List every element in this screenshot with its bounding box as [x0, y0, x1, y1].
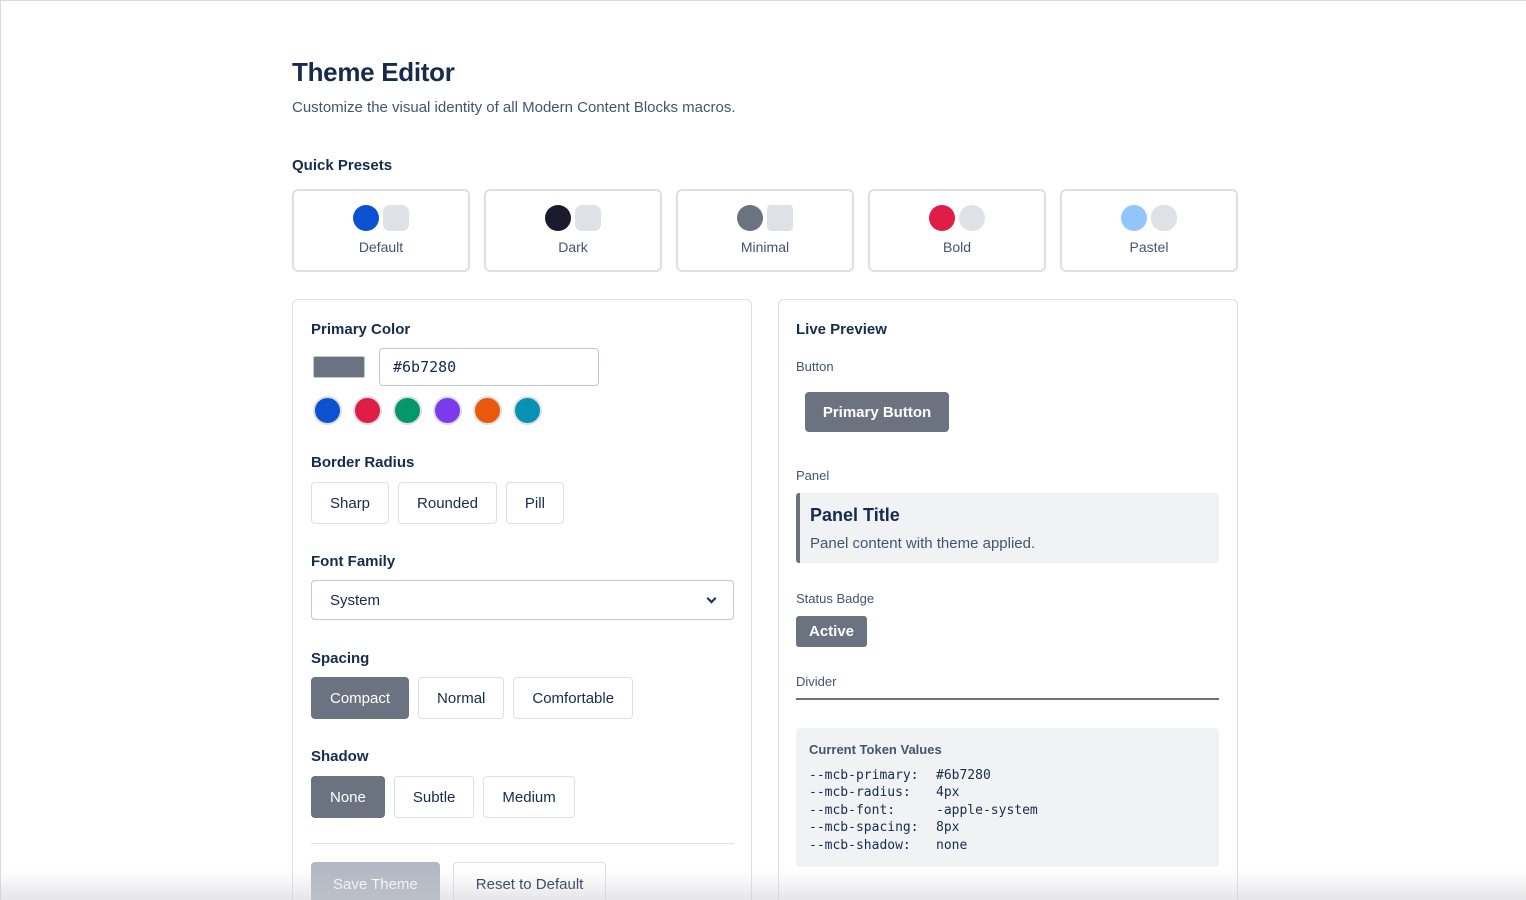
- secondary-swatch: [575, 205, 601, 231]
- presets-row: Default Dark Minimal Bold Pastel: [292, 189, 1238, 272]
- color-swatch-blue[interactable]: [313, 396, 342, 425]
- divider: [311, 843, 734, 844]
- secondary-swatch: [1151, 205, 1177, 231]
- color-swatch-teal[interactable]: [513, 396, 542, 425]
- color-swatch-purple[interactable]: [433, 396, 462, 425]
- color-swatch-green[interactable]: [393, 396, 422, 425]
- shadow-options: None Subtle Medium: [311, 776, 575, 818]
- font-family-label: Font Family: [311, 553, 396, 570]
- token-value: 8px: [936, 820, 960, 835]
- live-preview-card: Live Preview Button Primary Button Panel…: [778, 299, 1238, 900]
- panel-body: Panel content with theme applied.: [810, 535, 1036, 552]
- preset-name: Dark: [558, 239, 588, 255]
- token-row: --mcb-radius: 4px: [809, 785, 959, 800]
- color-swatch-row: [313, 396, 542, 425]
- primary-color-label: Primary Color: [311, 321, 411, 338]
- status-badge-label: Status Badge: [796, 591, 875, 606]
- primary-swatch: [545, 205, 571, 231]
- quick-presets-label: Quick Presets: [292, 157, 393, 174]
- divider-preview-label: Divider: [796, 674, 837, 689]
- preset-swatches: [1121, 205, 1177, 231]
- button-preview-label: Button: [796, 359, 834, 374]
- live-preview-title: Live Preview: [796, 321, 887, 338]
- token-key: --mcb-font:: [809, 803, 896, 818]
- token-key: --mcb-spacing:: [809, 820, 919, 835]
- token-value: 4px: [936, 785, 960, 800]
- save-theme-button[interactable]: Save Theme: [311, 862, 440, 900]
- preset-swatches: [737, 205, 793, 231]
- border-radius-label: Border Radius: [311, 454, 415, 471]
- token-values-box: Current Token Values --mcb-primary: #6b72…: [796, 728, 1219, 867]
- editor-card: Primary Color Border Radius Sharp Rounde…: [292, 299, 752, 900]
- preset-default[interactable]: Default: [292, 189, 470, 272]
- reset-default-button[interactable]: Reset to Default: [452, 862, 607, 900]
- shadow-subtle-button[interactable]: Subtle: [393, 776, 475, 818]
- token-values-title: Current Token Values: [809, 742, 942, 757]
- token-value: -apple-system: [936, 803, 1038, 818]
- token-key: --mcb-shadow:: [809, 838, 911, 853]
- spacing-normal-button[interactable]: Normal: [418, 677, 505, 719]
- panel-preview-label: Panel: [796, 468, 830, 483]
- primary-swatch: [1121, 205, 1147, 231]
- shadow-label: Shadow: [311, 748, 369, 765]
- radius-sharp-button[interactable]: Sharp: [311, 482, 390, 524]
- secondary-swatch: [767, 205, 793, 231]
- token-row: --mcb-shadow: none: [809, 838, 967, 853]
- page-title: Theme Editor: [292, 57, 455, 87]
- preset-minimal[interactable]: Minimal: [676, 189, 854, 272]
- secondary-swatch: [383, 205, 409, 231]
- token-row: --mcb-spacing: 8px: [809, 820, 959, 835]
- token-row: --mcb-font: -apple-system: [809, 803, 1038, 818]
- status-badge: Active: [796, 616, 868, 647]
- preset-name: Minimal: [740, 239, 790, 255]
- preview-primary-button[interactable]: Primary Button: [805, 392, 949, 432]
- font-family-value: System: [330, 591, 381, 609]
- primary-color-input[interactable]: [379, 348, 599, 386]
- token-value: #6b7280: [936, 768, 991, 783]
- primary-swatch: [353, 205, 379, 231]
- preset-dark[interactable]: Dark: [484, 189, 662, 272]
- preset-name: Default: [358, 239, 404, 255]
- color-picker-swatch[interactable]: [313, 356, 365, 378]
- token-key: --mcb-radius:: [809, 785, 911, 800]
- spacing-compact-button[interactable]: Compact: [311, 677, 410, 719]
- border-radius-options: Sharp Rounded Pill: [311, 482, 564, 524]
- preview-divider: [796, 698, 1219, 700]
- chevron-down-icon: [706, 593, 717, 603]
- preset-swatches: [929, 205, 985, 231]
- preset-swatches: [353, 205, 409, 231]
- radius-rounded-button[interactable]: Rounded: [398, 482, 497, 524]
- secondary-swatch: [959, 205, 985, 231]
- token-row: --mcb-primary: #6b7280: [809, 768, 991, 783]
- spacing-comfortable-button[interactable]: Comfortable: [513, 677, 634, 719]
- preset-swatches: [545, 205, 601, 231]
- page-frame: [0, 0, 1526, 900]
- font-family-select[interactable]: System: [311, 580, 734, 620]
- panel-title: Panel Title: [810, 505, 900, 525]
- shadow-none-button[interactable]: None: [311, 776, 385, 818]
- shadow-medium-button[interactable]: Medium: [483, 776, 575, 818]
- token-key: --mcb-primary:: [809, 768, 919, 783]
- preset-name: Pastel: [1129, 239, 1169, 255]
- editor-actions: Save Theme Reset to Default: [311, 862, 607, 900]
- preset-pastel[interactable]: Pastel: [1060, 189, 1238, 272]
- color-swatch-orange[interactable]: [473, 396, 502, 425]
- preset-bold[interactable]: Bold: [868, 189, 1046, 272]
- preview-panel: Panel Title Panel content with theme app…: [796, 493, 1219, 563]
- spacing-label: Spacing: [311, 650, 370, 667]
- radius-pill-button[interactable]: Pill: [505, 482, 564, 524]
- primary-swatch: [737, 205, 763, 231]
- token-value: none: [936, 838, 968, 853]
- spacing-options: Compact Normal Comfortable: [311, 677, 634, 719]
- color-swatch-red[interactable]: [353, 396, 382, 425]
- preset-name: Bold: [942, 239, 972, 255]
- primary-swatch: [929, 205, 955, 231]
- page-subtitle: Customize the visual identity of all Mod…: [292, 99, 736, 116]
